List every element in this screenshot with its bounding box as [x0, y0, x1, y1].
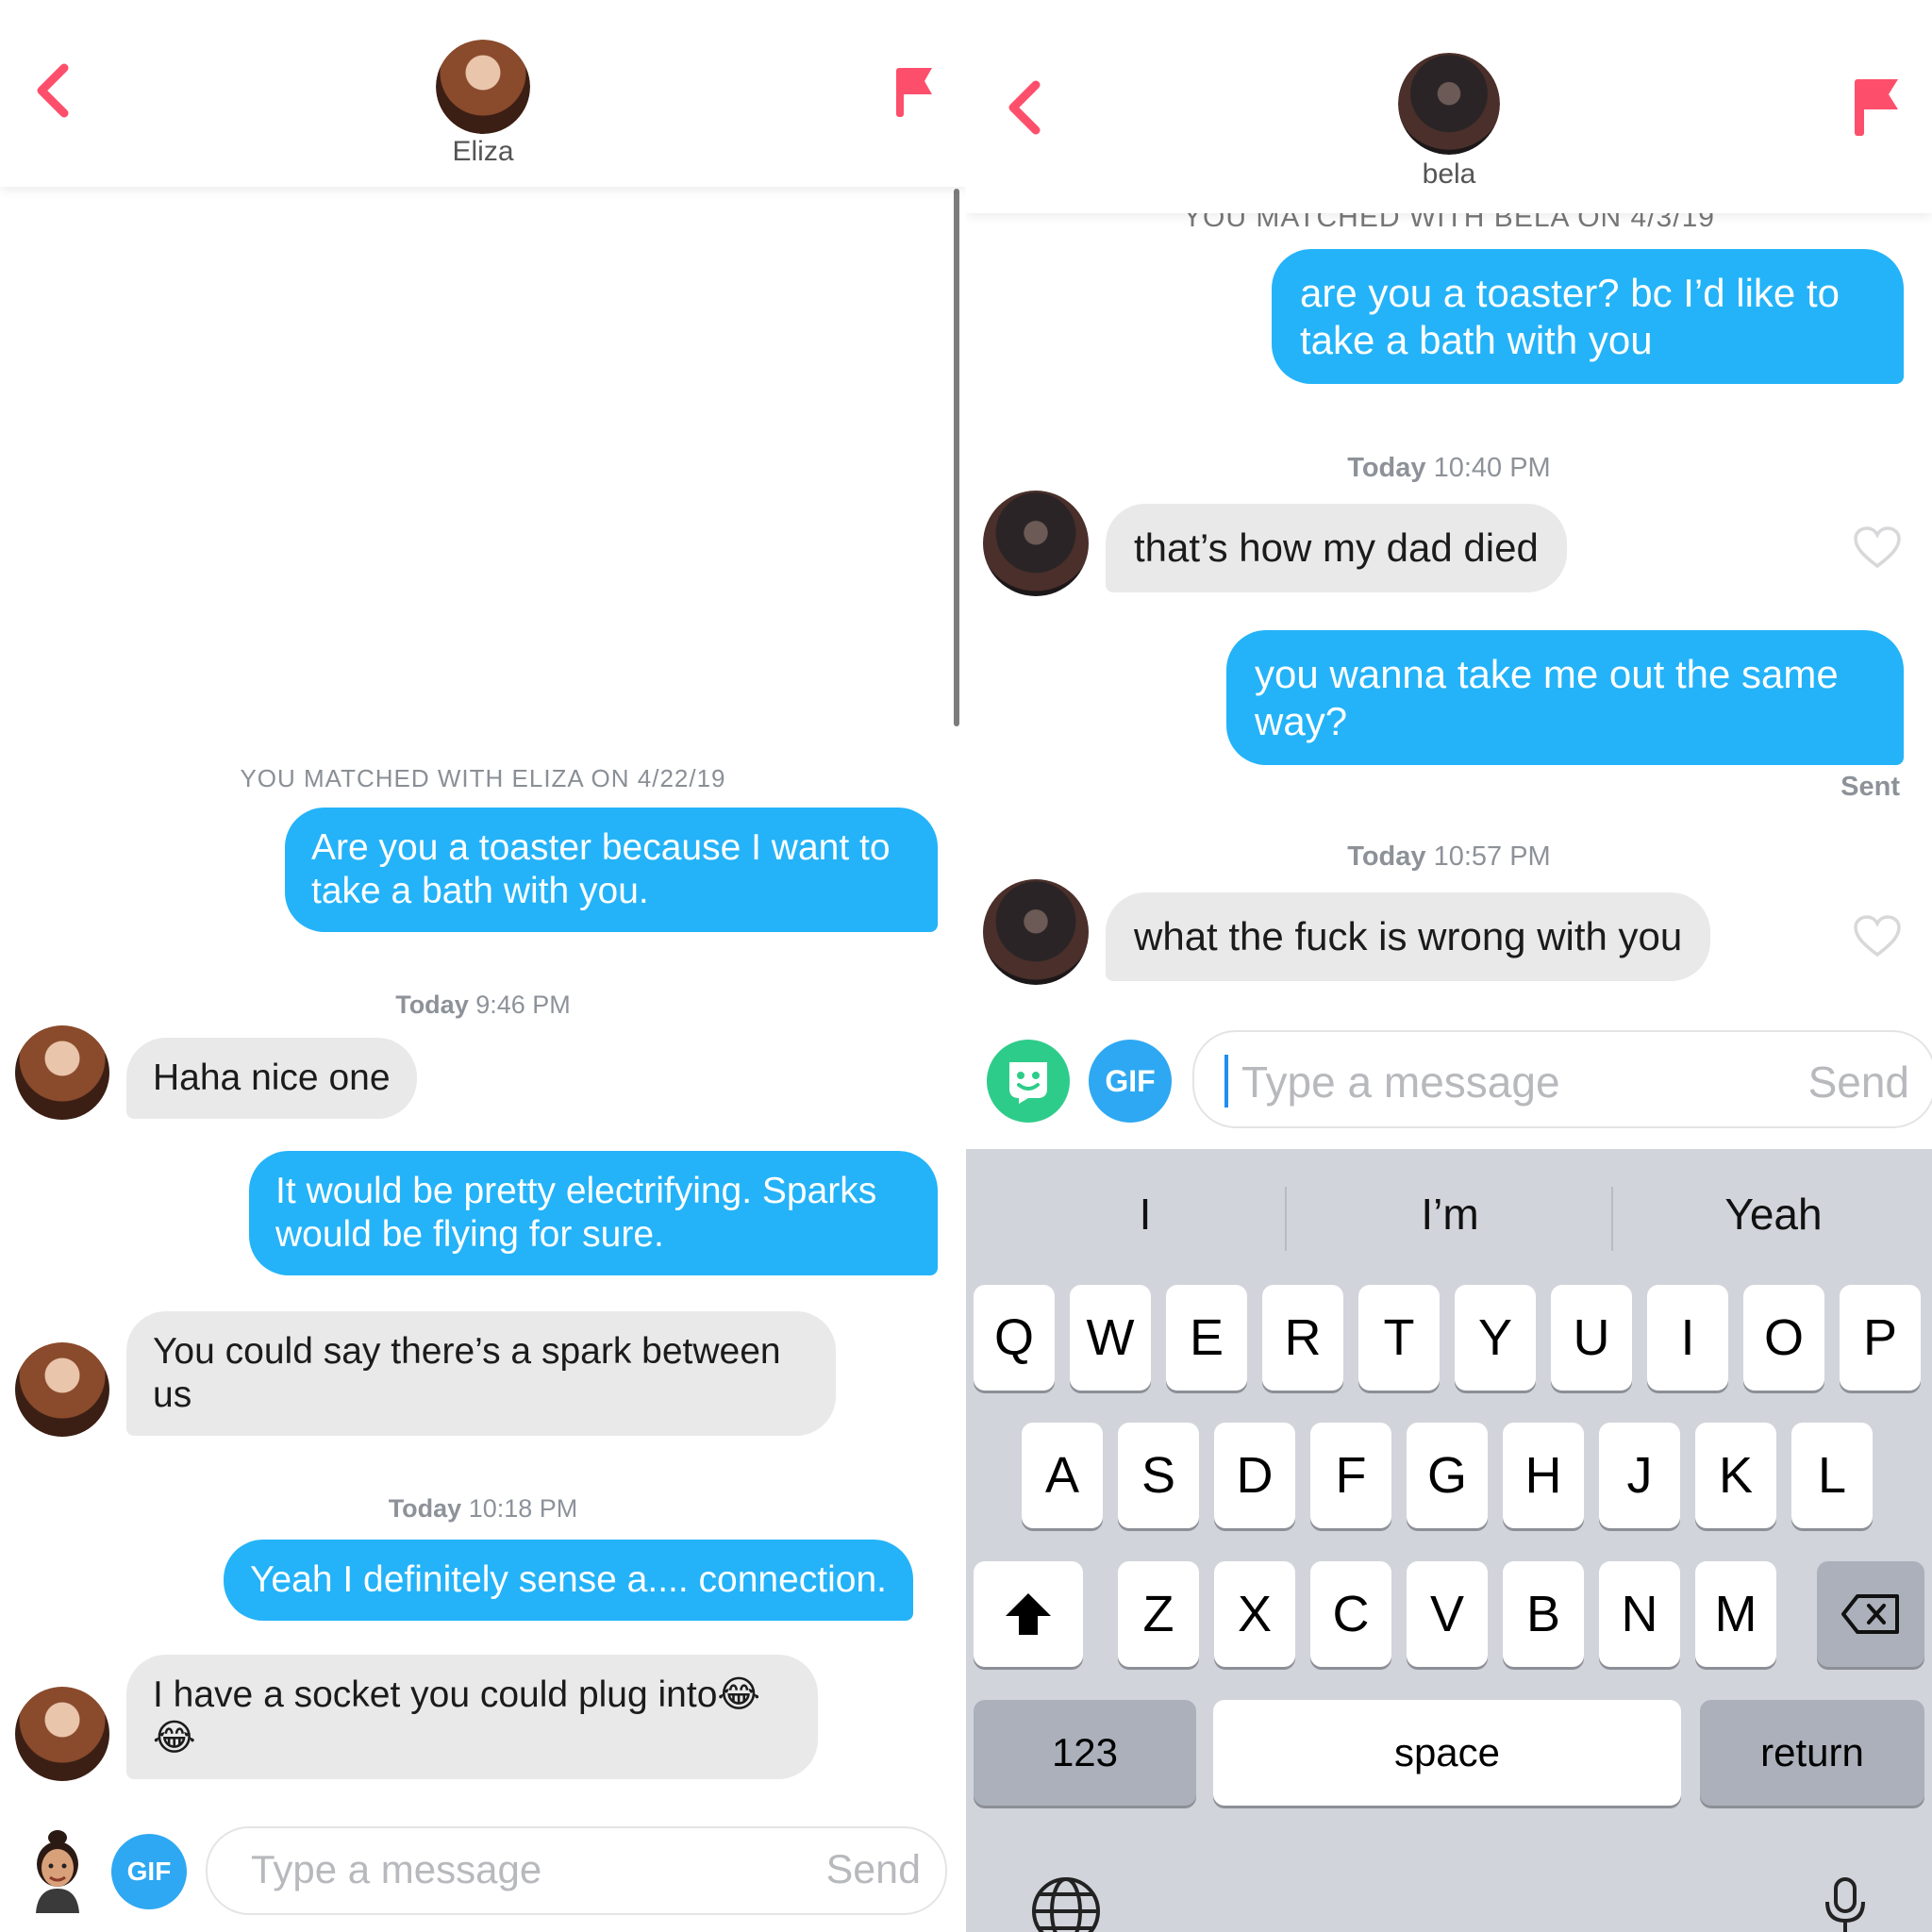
- key-l[interactable]: L: [1791, 1423, 1873, 1528]
- send-button[interactable]: Send: [1808, 1057, 1909, 1108]
- message-timestamp: Today 10:18 PM: [388, 1494, 578, 1523]
- match-name: bela: [1422, 158, 1476, 190]
- key-b[interactable]: B: [1503, 1561, 1584, 1667]
- match-avatar[interactable]: [1398, 53, 1500, 155]
- key-j[interactable]: J: [1599, 1423, 1680, 1528]
- sent-message[interactable]: are you a toaster? bc I’d like to take a…: [1272, 249, 1904, 385]
- numbers-key[interactable]: 123: [974, 1700, 1196, 1806]
- key-s[interactable]: S: [1118, 1423, 1199, 1528]
- ios-keyboard: I I’m Yeah Q W E R T Y U I O P A S D F G…: [966, 1149, 1932, 1932]
- key-q[interactable]: Q: [974, 1285, 1055, 1391]
- message-input[interactable]: Type a message Send: [1192, 1030, 1932, 1128]
- autocomplete-suggestion[interactable]: I: [985, 1189, 1306, 1240]
- key-m[interactable]: M: [1695, 1561, 1776, 1667]
- key-o[interactable]: O: [1743, 1285, 1824, 1391]
- key-c[interactable]: C: [1310, 1561, 1391, 1667]
- sent-message[interactable]: Yeah I definitely sense a.... connection…: [224, 1540, 914, 1622]
- return-key[interactable]: return: [1700, 1700, 1924, 1806]
- chat-header: Eliza: [0, 0, 966, 187]
- report-flag-icon[interactable]: [894, 64, 938, 119]
- key-e[interactable]: E: [1166, 1285, 1247, 1391]
- left-chat-screen: Eliza YOU MATCHED WITH ELIZA ON 4/22/19 …: [0, 0, 966, 1932]
- sender-avatar[interactable]: [15, 1687, 109, 1781]
- matched-date-label: YOU MATCHED WITH ELIZA ON 4/22/19: [240, 764, 726, 792]
- delete-key[interactable]: [1817, 1561, 1924, 1667]
- sent-message[interactable]: Are you a toaster because I want to take…: [285, 808, 938, 933]
- space-key[interactable]: space: [1213, 1700, 1681, 1806]
- globe-icon[interactable]: [1030, 1875, 1102, 1932]
- key-h[interactable]: H: [1503, 1423, 1584, 1528]
- text-cursor: [1224, 1055, 1228, 1108]
- smiley-sticker-icon: [1009, 1062, 1047, 1104]
- backspace-icon: [1841, 1594, 1899, 1634]
- like-heart-icon[interactable]: [1853, 915, 1902, 958]
- bitmoji-avatar-icon[interactable]: [25, 1828, 91, 1913]
- key-v[interactable]: V: [1407, 1561, 1488, 1667]
- like-heart-icon[interactable]: [1853, 526, 1902, 570]
- message-status: Sent: [1840, 772, 1900, 802]
- key-r[interactable]: R: [1262, 1285, 1343, 1391]
- message-timestamp: Today 9:46 PM: [395, 991, 571, 1019]
- key-a[interactable]: A: [1022, 1423, 1103, 1528]
- message-composer: GIF Type a message Send: [966, 1017, 1932, 1149]
- message-input[interactable]: Type a message Send: [206, 1826, 947, 1915]
- sticker-button[interactable]: [987, 1040, 1070, 1123]
- gif-button[interactable]: GIF: [1089, 1040, 1172, 1123]
- chat-scrollbar[interactable]: [954, 189, 959, 726]
- match-avatar[interactable]: [436, 40, 530, 134]
- report-flag-icon[interactable]: [1853, 75, 1902, 138]
- key-z[interactable]: Z: [1118, 1561, 1199, 1667]
- key-x[interactable]: X: [1214, 1561, 1295, 1667]
- key-t[interactable]: T: [1358, 1285, 1440, 1391]
- key-k[interactable]: K: [1695, 1423, 1776, 1528]
- sender-avatar[interactable]: [15, 1025, 109, 1120]
- key-n[interactable]: N: [1599, 1561, 1680, 1667]
- message-timestamp: Today 10:40 PM: [1347, 453, 1551, 483]
- key-d[interactable]: D: [1214, 1423, 1295, 1528]
- shift-arrow-icon: [1006, 1593, 1051, 1635]
- message-composer: GIF Type a message Send: [0, 1804, 966, 1932]
- key-g[interactable]: G: [1407, 1423, 1488, 1528]
- right-chat-screen: YOU MATCHED WITH BELA ON 4/3/19 bela are…: [966, 0, 1932, 1932]
- key-u[interactable]: U: [1551, 1285, 1632, 1391]
- message-timestamp: Today 10:57 PM: [1347, 841, 1551, 872]
- autocomplete-suggestion[interactable]: I’m: [1290, 1189, 1610, 1240]
- sender-avatar[interactable]: [983, 879, 1089, 985]
- key-p[interactable]: P: [1840, 1285, 1921, 1391]
- autocomplete-suggestion[interactable]: Yeah: [1613, 1189, 1932, 1240]
- received-message[interactable]: You could say there’s a spark between us: [126, 1311, 836, 1437]
- key-y[interactable]: Y: [1455, 1285, 1536, 1391]
- match-name: Eliza: [452, 136, 514, 167]
- sender-avatar[interactable]: [983, 491, 1089, 596]
- received-message[interactable]: that’s how my dad died: [1106, 504, 1567, 592]
- received-message[interactable]: I have a socket you could plug into😂😂: [126, 1655, 818, 1780]
- key-w[interactable]: W: [1070, 1285, 1151, 1391]
- back-chevron-icon[interactable]: [1004, 79, 1043, 136]
- received-message[interactable]: what the fuck is wrong with you: [1106, 892, 1711, 981]
- shift-key[interactable]: [974, 1561, 1083, 1667]
- message-input-placeholder: Type a message: [251, 1847, 542, 1891]
- key-i[interactable]: I: [1647, 1285, 1728, 1391]
- suggestion-divider: [1285, 1187, 1287, 1251]
- send-button[interactable]: Send: [826, 1847, 921, 1893]
- sent-message[interactable]: you wanna take me out the same way?: [1226, 630, 1904, 766]
- chat-header: bela: [966, 0, 1932, 213]
- gif-button[interactable]: GIF: [111, 1834, 187, 1909]
- message-input-placeholder: Type a message: [1241, 1058, 1560, 1107]
- key-f[interactable]: F: [1310, 1423, 1391, 1528]
- back-chevron-icon[interactable]: [32, 62, 72, 119]
- sender-avatar[interactable]: [15, 1342, 109, 1437]
- sent-message[interactable]: It would be pretty electrifying. Sparks …: [249, 1151, 938, 1276]
- microphone-icon[interactable]: [1823, 1877, 1868, 1932]
- received-message[interactable]: Haha nice one: [126, 1038, 417, 1120]
